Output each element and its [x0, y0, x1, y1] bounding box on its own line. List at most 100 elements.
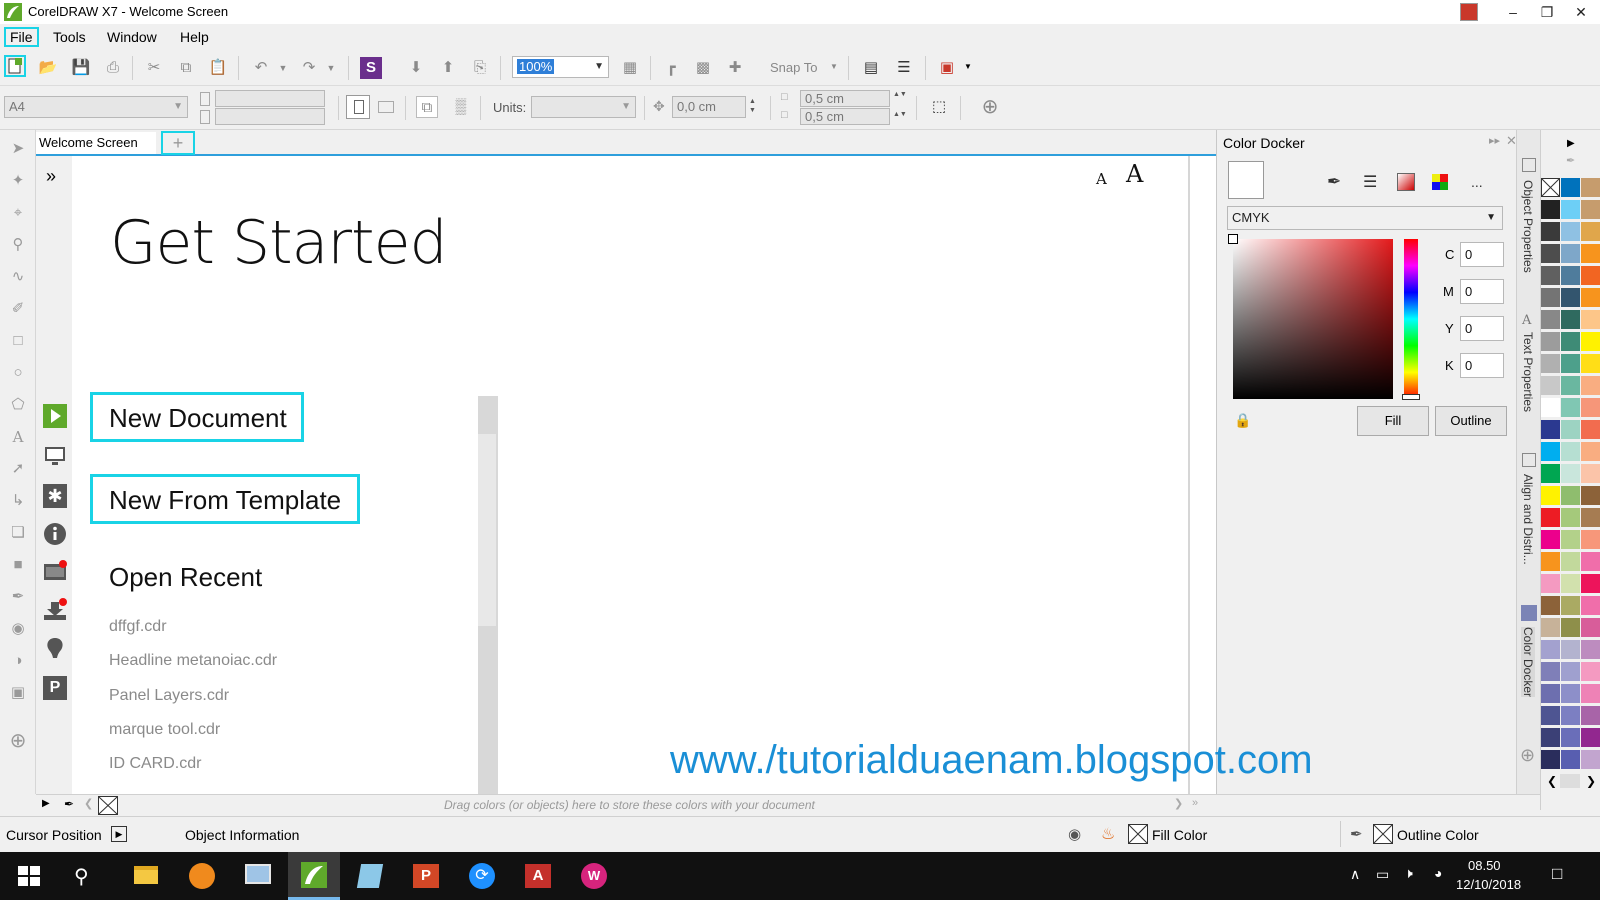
- recent-file[interactable]: marque tool.cdr: [109, 721, 220, 739]
- restore-button[interactable]: ❐: [1530, 0, 1564, 24]
- wondershare-icon[interactable]: W: [568, 852, 620, 900]
- color-sliders-icon[interactable]: ☰: [1363, 172, 1377, 192]
- color-swatch[interactable]: [1581, 618, 1600, 637]
- powerpoint-icon[interactable]: P: [400, 852, 452, 900]
- color-swatch[interactable]: [1581, 310, 1600, 329]
- windows-start-icon[interactable]: [18, 866, 40, 886]
- add-docker-icon[interactable]: ⊕: [1520, 745, 1535, 766]
- close-button[interactable]: ✕: [1564, 0, 1598, 24]
- magenta-input[interactable]: 0: [1460, 279, 1504, 304]
- color-swatch[interactable]: [1581, 398, 1600, 417]
- wifi-icon[interactable]: ◕: [1434, 865, 1442, 881]
- color-swatch[interactable]: [1561, 332, 1580, 351]
- black-input[interactable]: 0: [1460, 353, 1504, 378]
- color-swatch[interactable]: [1541, 640, 1560, 659]
- units-select[interactable]: ▼: [531, 96, 636, 118]
- workspace-icon[interactable]: [43, 444, 67, 468]
- add-tab-icon[interactable]: +: [161, 131, 195, 155]
- hue-slider[interactable]: [1404, 239, 1418, 399]
- color-swatch[interactable]: [1581, 596, 1600, 615]
- color-swatch[interactable]: [1561, 596, 1580, 615]
- doc-palette-eyedropper-icon[interactable]: ✒: [64, 797, 74, 811]
- color-swatch[interactable]: [1561, 662, 1580, 681]
- color-swatch[interactable]: [1541, 222, 1560, 241]
- doc-palette-end-icon[interactable]: »: [1192, 797, 1198, 809]
- recent-list-scrollbar[interactable]: [478, 396, 498, 796]
- hue-slider-handle[interactable]: [1402, 394, 1420, 400]
- color-swatch[interactable]: [1581, 508, 1600, 527]
- decrease-font-size-button[interactable]: A: [1096, 170, 1107, 188]
- parallel-dimension-tool-icon[interactable]: ➚: [7, 458, 29, 480]
- undo-dropdown-icon[interactable]: ▼: [272, 57, 294, 79]
- new-document-link[interactable]: New Document: [90, 392, 304, 442]
- color-swatch[interactable]: [1561, 200, 1580, 219]
- no-color-icon[interactable]: [98, 796, 118, 815]
- color-eyedropper-tool-icon[interactable]: ✒: [7, 586, 29, 608]
- nudge-distance-field[interactable]: 0,0 cm: [672, 96, 746, 118]
- palette-scroll-left-icon[interactable]: ❮: [1547, 774, 1557, 788]
- minimize-button[interactable]: –: [1496, 0, 1530, 24]
- color-swatch[interactable]: [1561, 222, 1580, 241]
- color-swatch[interactable]: [1561, 618, 1580, 637]
- color-swatch[interactable]: [1581, 728, 1600, 747]
- more-options-icon[interactable]: ...: [1471, 174, 1483, 190]
- palette-scroll-right-icon[interactable]: ❯: [1586, 774, 1596, 788]
- print-icon[interactable]: ⎙: [102, 57, 124, 79]
- lock-icon[interactable]: 🔒: [1234, 412, 1251, 429]
- color-swatch[interactable]: [1541, 508, 1560, 527]
- color-swatch[interactable]: [1541, 618, 1560, 637]
- color-swatch[interactable]: [1541, 706, 1560, 725]
- undo-icon[interactable]: ↶: [250, 57, 272, 79]
- color-swatch[interactable]: [1581, 200, 1600, 219]
- color-swatch[interactable]: [1561, 178, 1580, 197]
- show-grid-icon[interactable]: ▩: [692, 57, 714, 79]
- crop-tool-icon[interactable]: ⌖: [7, 202, 29, 224]
- transparency-tool-icon[interactable]: ■: [7, 554, 29, 576]
- info-icon[interactable]: [43, 522, 67, 546]
- color-swatch[interactable]: [1581, 442, 1600, 461]
- color-swatch[interactable]: [1541, 530, 1560, 549]
- pick-tool-icon[interactable]: ➤: [7, 138, 29, 160]
- ellipse-tool-icon[interactable]: ○: [7, 362, 29, 384]
- color-swatch[interactable]: [1581, 640, 1600, 659]
- color-swatch[interactable]: [1561, 442, 1580, 461]
- recent-file[interactable]: dffgf.cdr: [109, 618, 167, 636]
- color-swatch[interactable]: [1581, 332, 1600, 351]
- clock-time[interactable]: 08.50: [1468, 858, 1501, 873]
- color-swatch[interactable]: [1561, 464, 1580, 483]
- landscape-icon[interactable]: [378, 101, 394, 113]
- add-preset-icon[interactable]: ⊕: [979, 96, 1001, 118]
- inspiration-icon[interactable]: [43, 636, 67, 660]
- tab-object-properties[interactable]: Object Properties: [1521, 180, 1535, 273]
- color-swatch[interactable]: [1561, 640, 1580, 659]
- doc-palette-options-icon[interactable]: ▶: [42, 798, 50, 809]
- color-swatch[interactable]: [1541, 750, 1560, 769]
- tab-welcome-screen[interactable]: Welcome Screen: [36, 132, 156, 154]
- coreldraw-taskbar-icon[interactable]: [288, 852, 340, 900]
- save-icon[interactable]: 💾: [70, 57, 92, 79]
- menu-file[interactable]: File: [4, 27, 39, 47]
- recent-file[interactable]: ID CARD.cdr: [109, 755, 201, 773]
- all-pages-icon[interactable]: ⧉: [416, 96, 438, 118]
- color-swatch[interactable]: [1541, 332, 1560, 351]
- welcome-screen-icon[interactable]: ▤: [860, 57, 882, 79]
- palette-eyedropper-icon[interactable]: ✒: [1566, 154, 1575, 167]
- eyedropper-icon[interactable]: ✒: [1327, 172, 1341, 192]
- menu-tools[interactable]: Tools: [49, 27, 90, 47]
- search-content-icon[interactable]: S: [360, 57, 382, 79]
- fill-none-swatch-icon[interactable]: [1128, 824, 1148, 844]
- tab-align-and-distribute[interactable]: Align and Distri...: [1521, 474, 1535, 565]
- connector-tool-icon[interactable]: ↳: [7, 490, 29, 512]
- color-swatch[interactable]: [1541, 552, 1560, 571]
- palette-scroll-up-icon[interactable]: ▶: [1567, 138, 1575, 149]
- color-proof-icon[interactable]: ◉: [1068, 825, 1081, 843]
- show-hidden-icons-icon[interactable]: ∧: [1350, 866, 1360, 883]
- color-swatch[interactable]: [1561, 420, 1580, 439]
- expand-sidebar-icon[interactable]: »: [46, 166, 56, 187]
- color-swatch[interactable]: [1541, 684, 1560, 703]
- docker-collapse-icon[interactable]: ▸▸: [1489, 134, 1500, 147]
- color-viewers-icon[interactable]: [1397, 173, 1415, 191]
- show-guidelines-icon[interactable]: ✚: [724, 57, 746, 79]
- doc-palette-left-icon[interactable]: ❮: [84, 797, 93, 810]
- add-tool-icon[interactable]: ⊕: [7, 730, 29, 752]
